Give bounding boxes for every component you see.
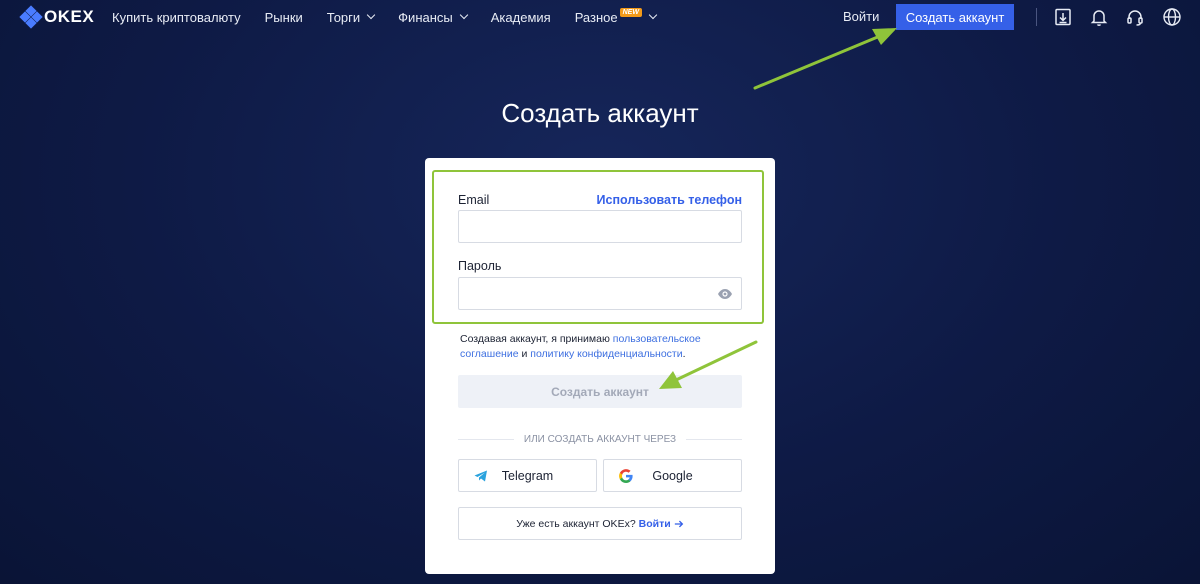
logo-mark-icon: [19, 5, 43, 29]
download-icon[interactable]: [1053, 7, 1073, 27]
bell-icon[interactable]: [1089, 7, 1109, 27]
terms-prefix: Создавая аккаунт, я принимаю: [460, 333, 610, 345]
top-navbar: OKEX Купить криптовалюту Рынки Торги Фин…: [0, 0, 1200, 34]
nav-item-label: Купить криптовалюту: [112, 9, 241, 25]
chevron-down-icon: [648, 10, 658, 20]
privacy-link[interactable]: политику конфиденциальности: [530, 348, 682, 360]
have-account-box[interactable]: Уже есть аккаунт OKEx? Войти: [458, 507, 742, 540]
social-divider: ИЛИ СОЗДАТЬ АККАУНТ ЧЕРЕЗ: [458, 433, 742, 445]
arrow-to-signup-icon: [753, 28, 897, 90]
logo-text: OKEX: [44, 7, 95, 26]
terms-text: Создавая аккаунт, я принимаю пользовател…: [460, 332, 720, 362]
have-account-text: Уже есть аккаунт OKEx?: [516, 517, 636, 530]
nav-divider: [1036, 8, 1037, 26]
nav-item-more[interactable]: Разное NEW: [574, 7, 658, 25]
terms-suffix: .: [682, 348, 686, 360]
chevron-down-icon: [366, 10, 376, 20]
divider-label: ИЛИ СОЗДАТЬ АККАУНТ ЧЕРЕЗ: [523, 433, 677, 445]
nav-item-label: Финансы: [398, 9, 453, 25]
arrow-right-icon: [674, 520, 684, 527]
globe-icon[interactable]: [1162, 7, 1182, 27]
nav-item-label: Разное: [574, 9, 618, 25]
terms-and: и: [521, 348, 528, 360]
telegram-icon: [473, 468, 489, 484]
login-link[interactable]: Войти: [843, 9, 879, 24]
page-title: Создать аккаунт: [501, 98, 699, 128]
nav-links: Купить криптовалюту Рынки Торги Финансы …: [112, 0, 680, 34]
google-icon: [618, 468, 634, 484]
submit-create-account-button[interactable]: Создать аккаунт: [458, 375, 742, 408]
nav-item-trade[interactable]: Торги: [326, 9, 376, 25]
highlight-box: [432, 170, 764, 324]
nav-item-academy[interactable]: Академия: [491, 10, 551, 25]
nav-item-label: Академия: [490, 9, 551, 25]
google-signup-button[interactable]: Google: [603, 459, 742, 492]
chevron-down-icon: [459, 10, 468, 20]
nav-item-label: Торги: [326, 9, 361, 25]
nav-item-markets[interactable]: Рынки: [265, 10, 303, 25]
okex-logo[interactable]: OKEX: [19, 5, 95, 29]
new-badge: NEW: [619, 7, 642, 17]
create-account-button[interactable]: Создать аккаунт: [896, 4, 1014, 30]
nav-item-label: Рынки: [264, 9, 303, 25]
headset-icon[interactable]: [1125, 7, 1145, 27]
nav-item-finance[interactable]: Финансы: [398, 9, 468, 25]
have-account-login-link[interactable]: Войти: [639, 518, 671, 530]
telegram-signup-button[interactable]: Telegram: [458, 459, 597, 492]
nav-item-buy-crypto[interactable]: Купить криптовалюту: [112, 10, 241, 25]
